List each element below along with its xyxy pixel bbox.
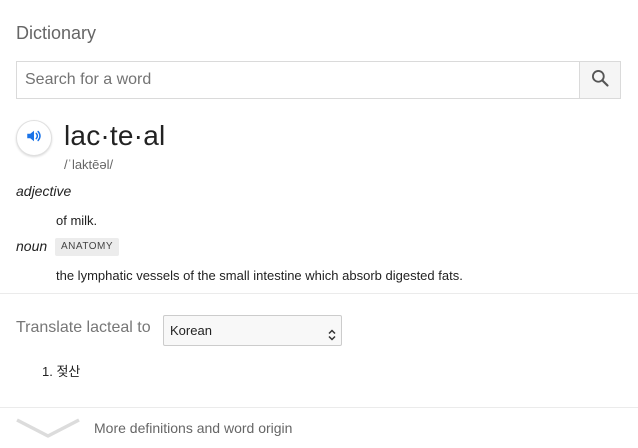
select-arrows-icon bbox=[327, 323, 337, 352]
phonetic: /ˈlaktēəl/ bbox=[64, 157, 114, 172]
language-select-value: Korean bbox=[170, 323, 212, 338]
chevron-down-icon bbox=[14, 414, 82, 447]
part-of-speech-adjective: adjective bbox=[16, 183, 72, 199]
search-input[interactable] bbox=[17, 62, 579, 98]
definition-noun: the lymphatic vessels of the small intes… bbox=[56, 268, 463, 283]
more-definitions-label: More definitions and word origin bbox=[94, 420, 293, 436]
translate-label: Translate lacteal to bbox=[16, 319, 151, 336]
search-button[interactable] bbox=[579, 62, 620, 98]
domain-label-badge: ANATOMY bbox=[55, 238, 120, 256]
headword: lac·te·al bbox=[64, 120, 166, 151]
speaker-icon bbox=[25, 127, 43, 150]
pronunciation-button[interactable] bbox=[16, 120, 52, 156]
definition-adjective: of milk. bbox=[56, 213, 98, 228]
card-title: Dictionary bbox=[16, 23, 97, 43]
more-definitions-button[interactable]: More definitions and word origin bbox=[0, 408, 638, 448]
language-select[interactable]: Korean bbox=[163, 315, 342, 346]
translation-result: 1. 젖산 bbox=[42, 364, 81, 379]
divider bbox=[0, 293, 638, 294]
dictionary-card: Dictionary lac·te·al /ˈlaktēəl/ adjectiv… bbox=[0, 0, 638, 448]
search-icon bbox=[590, 68, 610, 93]
search-box bbox=[16, 61, 621, 99]
part-of-speech-noun: noun bbox=[16, 238, 48, 254]
